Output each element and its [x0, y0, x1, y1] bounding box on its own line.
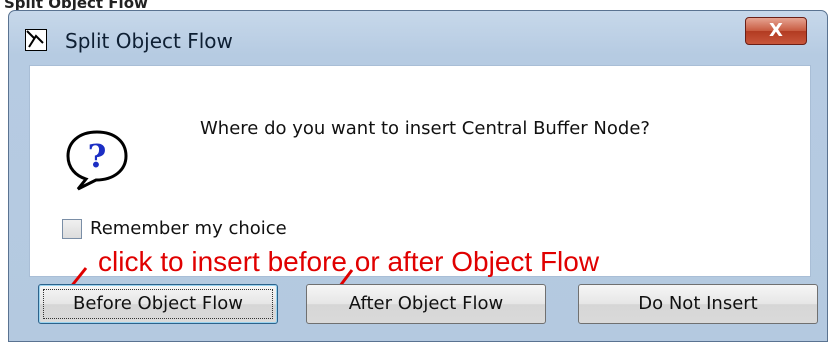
do-not-insert-label: Do Not Insert	[638, 293, 758, 314]
after-object-flow-button[interactable]: After Object Flow	[306, 284, 546, 324]
dialog-message: Where do you want to insert Central Buff…	[200, 118, 650, 139]
remember-choice-label: Remember my choice	[90, 218, 287, 239]
question-mark-icon: ?	[66, 130, 128, 191]
before-object-flow-button[interactable]: Before Object Flow	[38, 284, 278, 324]
close-icon: X	[769, 20, 783, 41]
svg-text:?: ?	[88, 137, 107, 175]
remember-choice-checkbox[interactable]: Remember my choice	[62, 218, 287, 239]
after-object-flow-label: After Object Flow	[348, 293, 504, 314]
close-button[interactable]: X	[745, 17, 807, 45]
split-flow-icon	[25, 29, 47, 51]
before-object-flow-label: Before Object Flow	[72, 293, 243, 314]
annotation-text: click to insert before or after Object F…	[98, 246, 600, 277]
window-title: Split Object Flow	[65, 29, 233, 53]
do-not-insert-button[interactable]: Do Not Insert	[578, 284, 818, 324]
checkbox-box[interactable]	[62, 218, 82, 239]
title-bar[interactable]: Split Object Flow X	[9, 11, 827, 67]
